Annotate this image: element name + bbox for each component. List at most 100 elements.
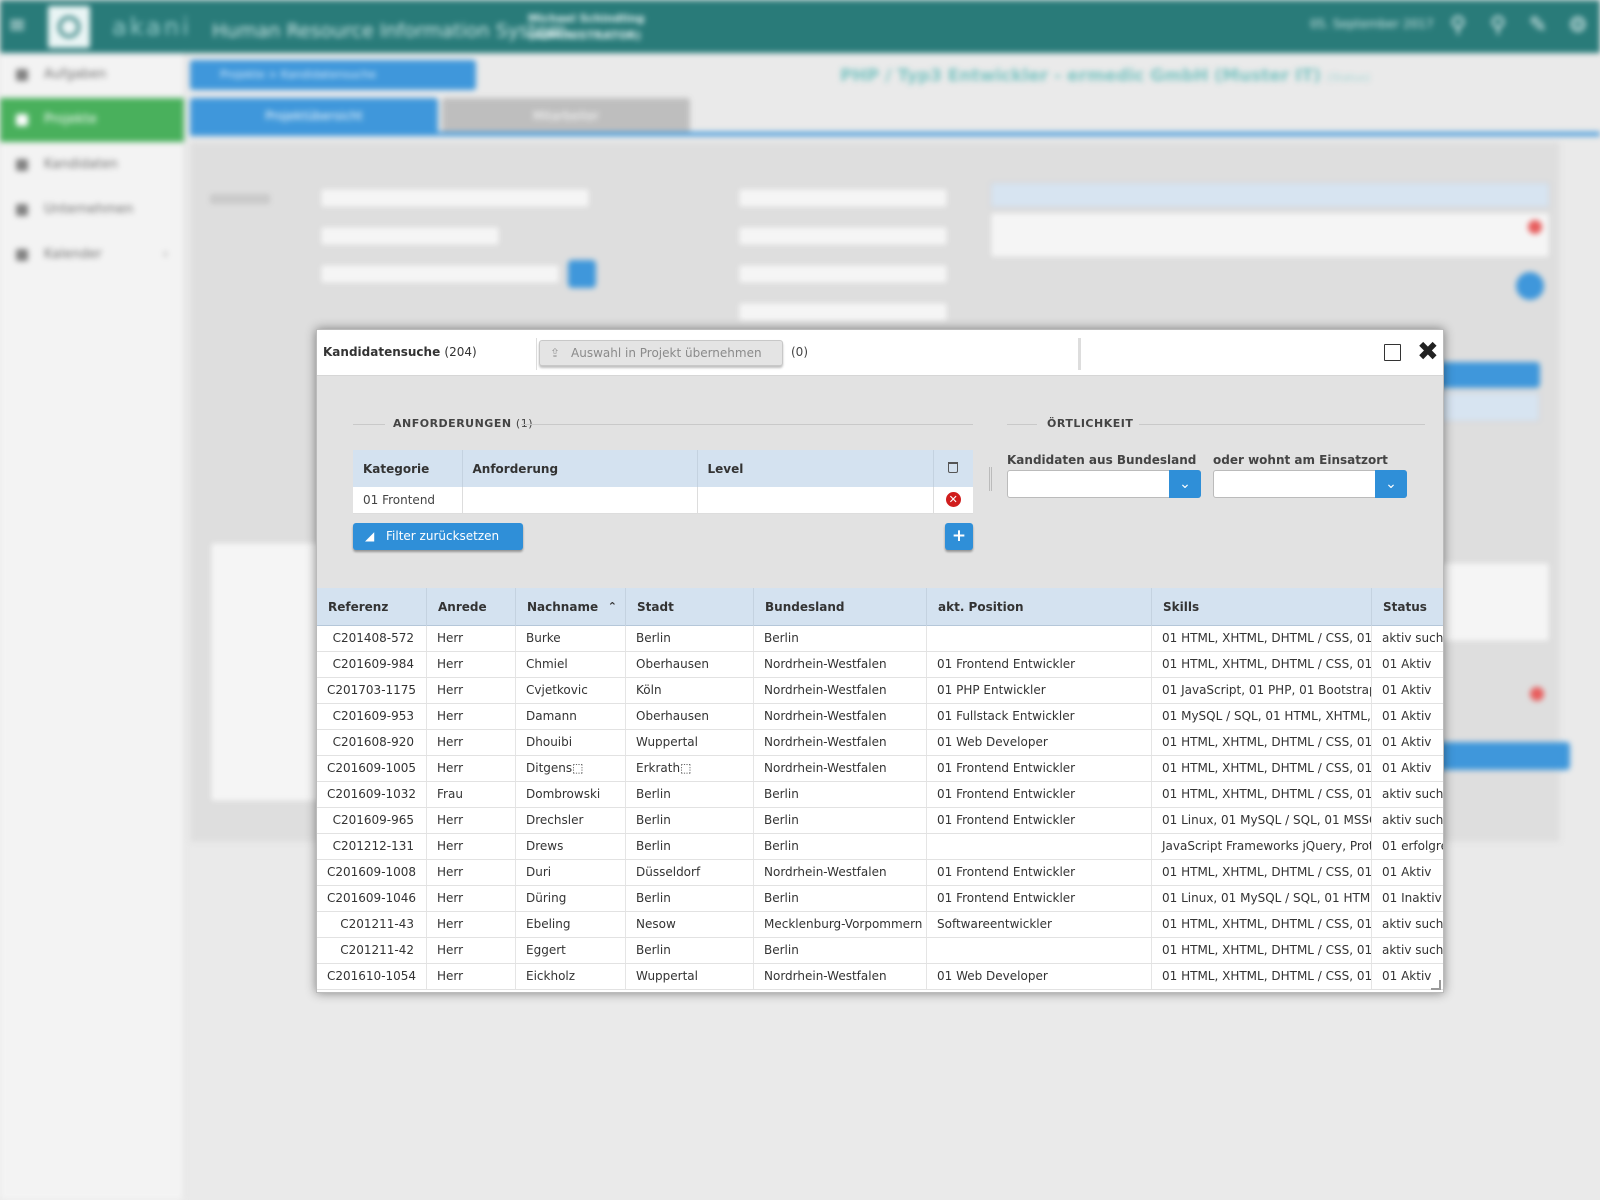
anrede-cell: Herr — [427, 652, 516, 677]
stadt-cell: Berlin — [626, 938, 754, 963]
add-requirement-button[interactable]: + — [945, 523, 973, 550]
stadt-cell: Oberhausen — [626, 704, 754, 729]
table-row[interactable]: C201609-984 Herr Chmiel Oberhausen Nordrhein… — [317, 652, 1443, 678]
column-header-bundesland[interactable]: Bundesland — [754, 588, 927, 626]
bundesland-cell: Berlin — [754, 834, 927, 859]
stadt-cell: Wuppertal — [626, 730, 754, 755]
stadt-cell: Berlin — [626, 886, 754, 911]
referenz-cell: C201609-965 — [317, 808, 427, 833]
column-header-skills[interactable]: Skills — [1152, 588, 1372, 626]
transfer-button-label: Auswahl in Projekt übernehmen — [571, 346, 762, 360]
anrede-cell: Herr — [427, 912, 516, 937]
table-row[interactable]: C201610-1054 Herr Eickholz Wuppertal Nordrhe… — [317, 964, 1443, 990]
table-row[interactable]: C201609-1046 Herr Düring Berlin Berlin 01 Fro… — [317, 886, 1443, 912]
anrede-cell: Herr — [427, 860, 516, 885]
stadt-cell: Berlin — [626, 626, 754, 651]
status-cell: aktiv suchend — [1372, 808, 1443, 833]
position-cell: 01 Frontend Entwickler — [927, 652, 1152, 677]
position-cell: 01 Frontend Entwickler — [927, 886, 1152, 911]
referenz-cell: C201609-1032 — [317, 782, 427, 807]
table-row[interactable]: C201211-42 Herr Eggert Berlin Berlin 01 HTML,… — [317, 938, 1443, 964]
status-cell: 01 Aktiv — [1372, 860, 1443, 885]
nachname-cell: Eickholz — [516, 964, 626, 989]
stadt-cell: Nesow — [626, 912, 754, 937]
selected-count: (0) — [791, 345, 808, 359]
table-row[interactable]: C201212-131 Herr Drews Berlin Berlin JavaScri… — [317, 834, 1443, 860]
maximize-icon[interactable] — [1384, 344, 1401, 361]
table-row[interactable]: C201408-572 Herr Burke Berlin Berlin 01 HTML,… — [317, 626, 1443, 652]
anforderung-cell[interactable] — [462, 487, 698, 514]
position-cell: 01 Web Developer — [927, 730, 1152, 755]
status-cell: 01 Aktiv — [1372, 678, 1443, 703]
table-row[interactable]: C201609-965 Herr Drechsler Berlin Berlin 01 F… — [317, 808, 1443, 834]
status-cell: 01 erfolgreich — [1372, 834, 1443, 859]
chevron-down-icon[interactable]: ⌄ — [1169, 470, 1201, 498]
skills-cell: 01 HTML, XHTML, DHTML / CSS, 01 PHP — [1152, 730, 1372, 755]
anrede-cell: Herr — [427, 678, 516, 703]
results-grid-header: Referenz Anrede Nachname ⌃ Stadt Bundesl… — [317, 588, 1443, 626]
referenz-cell: C201609-1005 — [317, 756, 427, 781]
referenz-cell: C201609-984 — [317, 652, 427, 677]
anrede-cell: Herr — [427, 886, 516, 911]
bundesland-cell: Nordrhein-Westfalen — [754, 860, 927, 885]
bundesland-cell: Nordrhein-Westfalen — [754, 730, 927, 755]
anrede-cell: Herr — [427, 938, 516, 963]
results-grid: C201408-572 Herr Burke Berlin Berlin 01 HTML,… — [317, 626, 1443, 992]
chevron-down-icon[interactable]: ⌄ — [1375, 470, 1407, 498]
table-row[interactable]: C201703-1175 Herr Cvjetkovic Köln Nordrhein-… — [317, 678, 1443, 704]
trash-icon[interactable] — [948, 461, 959, 473]
column-header-referenz[interactable]: Referenz — [317, 588, 427, 626]
table-row[interactable]: C201609-1008 Herr Duri Düsseldorf Nordrhein-… — [317, 860, 1443, 886]
referenz-cell: C201609-1046 — [317, 886, 427, 911]
close-icon[interactable]: ✖ — [1417, 338, 1439, 366]
table-row[interactable]: 01 Frontend ✕ — [353, 487, 973, 514]
skills-cell: 01 HTML, XHTML, DHTML / CSS, 01 JavaScri… — [1152, 652, 1372, 677]
requirements-table: Kategorie Anforderung Level 01 Frontend … — [353, 450, 973, 514]
column-header-position[interactable]: akt. Position — [927, 588, 1152, 626]
anrede-cell: Herr — [427, 730, 516, 755]
sort-ascending-icon: ⌃ — [607, 600, 617, 613]
location-heading: ÖRTLICHKEIT — [1047, 417, 1134, 430]
level-cell[interactable] — [697, 487, 934, 514]
panel-splitter[interactable] — [989, 467, 992, 491]
status-cell: 01 Inaktiv — [1372, 886, 1443, 911]
table-row[interactable]: C201608-920 Herr Dhouibi Wuppertal Nordrhein… — [317, 730, 1443, 756]
einsatzort-select[interactable]: ⌄ — [1213, 470, 1407, 498]
bundesland-cell: Nordrhein-Westfalen — [754, 678, 927, 703]
nachname-cell: Ebeling — [516, 912, 626, 937]
column-header-level[interactable]: Level — [697, 450, 934, 487]
table-row[interactable]: C201211-43 Herr Ebeling Nesow Mecklenburg-Vo… — [317, 912, 1443, 938]
reset-filter-button[interactable]: ◢ Filter zurücksetzen — [353, 523, 523, 550]
status-cell: aktiv suchend — [1372, 938, 1443, 963]
column-header-stadt[interactable]: Stadt — [626, 588, 754, 626]
resize-handle-icon[interactable] — [1431, 980, 1441, 990]
stadt-cell: Berlin — [626, 782, 754, 807]
table-row[interactable]: C201609-1005 Herr Ditgens⬚ Erkrath⬚ Nordrhei… — [317, 756, 1443, 782]
table-row[interactable]: C201609-953 Herr Damann Oberhausen Nordrhein… — [317, 704, 1443, 730]
position-cell: 01 PHP Entwickler — [927, 678, 1152, 703]
column-header-kategorie[interactable]: Kategorie — [353, 450, 463, 487]
bundesland-cell: Berlin — [754, 808, 927, 833]
transfer-to-project-button[interactable]: ⇪ Auswahl in Projekt übernehmen — [539, 340, 783, 366]
kategorie-cell[interactable]: 01 Frontend — [353, 487, 463, 514]
table-row[interactable]: C201609-1032 Frau Dombrowski Berlin Berlin 01… — [317, 782, 1443, 808]
column-header-nachname[interactable]: Nachname ⌃ — [516, 588, 626, 626]
referenz-cell: C201408-572 — [317, 626, 427, 651]
status-cell: 01 Aktiv — [1372, 730, 1443, 755]
bundesland-select[interactable]: ⌄ — [1007, 470, 1201, 498]
bundesland-cell: Nordrhein-Westfalen — [754, 964, 927, 989]
bundesland-cell: Berlin — [754, 938, 927, 963]
requirements-heading: ANFORDERUNGEN (1) — [393, 417, 533, 430]
remove-requirement-icon[interactable]: ✕ — [945, 492, 961, 508]
anrede-cell: Herr — [427, 626, 516, 651]
section-rule — [353, 424, 385, 425]
column-header-anrede[interactable]: Anrede — [427, 588, 516, 626]
column-header-anforderung[interactable]: Anforderung — [462, 450, 698, 487]
bundesland-cell: Berlin — [754, 782, 927, 807]
anrede-cell: Herr — [427, 834, 516, 859]
position-cell — [927, 834, 1152, 859]
column-header-status[interactable]: Status — [1372, 588, 1443, 626]
skills-cell: 01 HTML, XHTML, DHTML / CSS, 01 JavaScri… — [1152, 912, 1372, 937]
section-rule — [1007, 424, 1037, 425]
stadt-cell: Berlin — [626, 834, 754, 859]
